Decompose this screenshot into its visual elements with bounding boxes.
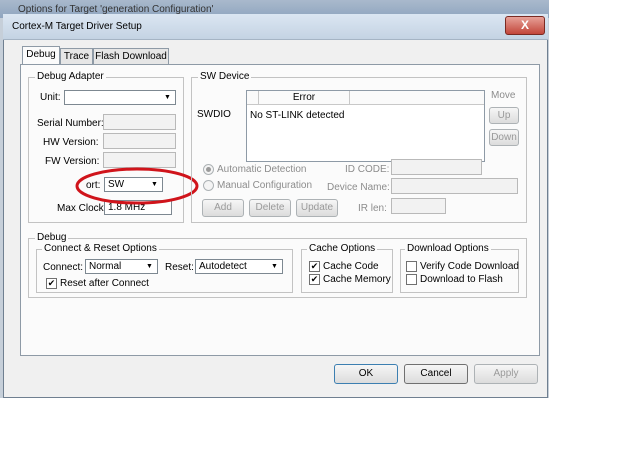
ir-len-field[interactable]	[391, 198, 446, 214]
move-up-button[interactable]: Up	[489, 107, 519, 124]
update-button[interactable]: Update	[296, 199, 338, 217]
chevron-down-icon: ▼	[146, 263, 153, 270]
unit-label: Unit:	[40, 92, 61, 103]
id-code-field[interactable]	[391, 159, 482, 175]
hw-version-label: HW Version:	[43, 137, 99, 148]
device-name-field[interactable]	[391, 178, 518, 194]
debug-legend: Debug	[35, 232, 69, 243]
hw-version-field	[103, 133, 176, 149]
download-options-legend: Download Options	[405, 243, 491, 254]
move-label: Move	[491, 90, 516, 101]
add-button[interactable]: Add	[202, 199, 244, 217]
reset-after-connect-checkbox[interactable]: ✔	[46, 278, 57, 289]
list-header-blank	[247, 91, 259, 105]
reset-select-value: Autodetect	[199, 261, 247, 272]
connect-select-value: Normal	[89, 261, 122, 272]
sw-device-list[interactable]: Error No ST-LINK detected	[246, 90, 485, 162]
reset-label: Reset:	[165, 262, 194, 273]
cache-options-legend: Cache Options	[307, 243, 378, 254]
delete-button[interactable]: Delete	[249, 199, 291, 217]
manual-configuration-radio[interactable]	[203, 180, 214, 191]
cancel-button[interactable]: Cancel	[404, 364, 468, 384]
cache-memory-checkbox[interactable]: ✔	[309, 274, 320, 285]
ir-len-label: IR len:	[358, 203, 387, 214]
list-header-error: Error	[259, 91, 350, 105]
connect-reset-legend: Connect & Reset Options	[42, 243, 159, 254]
tab-debug[interactable]: Debug	[22, 46, 60, 65]
verify-code-download-label: Verify Code Download	[420, 261, 519, 272]
close-button[interactable]: X	[505, 16, 545, 35]
apply-button[interactable]: Apply	[474, 364, 538, 384]
red-annotation-circle	[75, 167, 199, 205]
sw-device-legend: SW Device	[198, 71, 252, 82]
connect-label: Connect:	[43, 262, 84, 273]
chevron-down-icon: ▼	[271, 263, 278, 270]
connect-select[interactable]: Normal ▼	[85, 259, 158, 274]
manual-configuration-label: Manual Configuration	[217, 180, 313, 191]
reset-select[interactable]: Autodetect ▼	[195, 259, 283, 274]
id-code-label: ID CODE:	[345, 164, 390, 175]
download-to-flash-label: Download to Flash	[420, 274, 503, 285]
cache-memory-label: Cache Memory	[323, 274, 391, 285]
unit-select[interactable]: ▼	[64, 90, 176, 105]
move-down-button[interactable]: Down	[489, 129, 519, 146]
reset-after-connect-label: Reset after Connect	[60, 278, 149, 289]
tab-flash-download[interactable]: Flash Download	[93, 48, 169, 64]
annotation-ellipse	[75, 167, 199, 205]
serial-number-field	[103, 114, 176, 130]
list-item: No ST-LINK detected	[250, 110, 345, 121]
download-to-flash-checkbox[interactable]	[406, 274, 417, 285]
automatic-detection-radio[interactable]	[203, 164, 214, 175]
swdio-label: SWDIO	[197, 109, 231, 120]
ok-button[interactable]: OK	[334, 364, 398, 384]
device-name-label: Device Name:	[327, 182, 390, 193]
serial-number-label: Serial Number:	[37, 118, 104, 129]
debug-adapter-legend: Debug Adapter	[35, 71, 106, 82]
automatic-detection-label: Automatic Detection	[217, 164, 307, 175]
dialog-title: Cortex-M Target Driver Setup	[12, 21, 142, 32]
chevron-down-icon: ▼	[164, 94, 171, 101]
cache-code-label: Cache Code	[323, 261, 379, 272]
tab-trace[interactable]: Trace	[60, 48, 93, 64]
list-header-filler	[350, 91, 484, 105]
verify-code-download-checkbox[interactable]	[406, 261, 417, 272]
cache-code-checkbox[interactable]: ✔	[309, 261, 320, 272]
